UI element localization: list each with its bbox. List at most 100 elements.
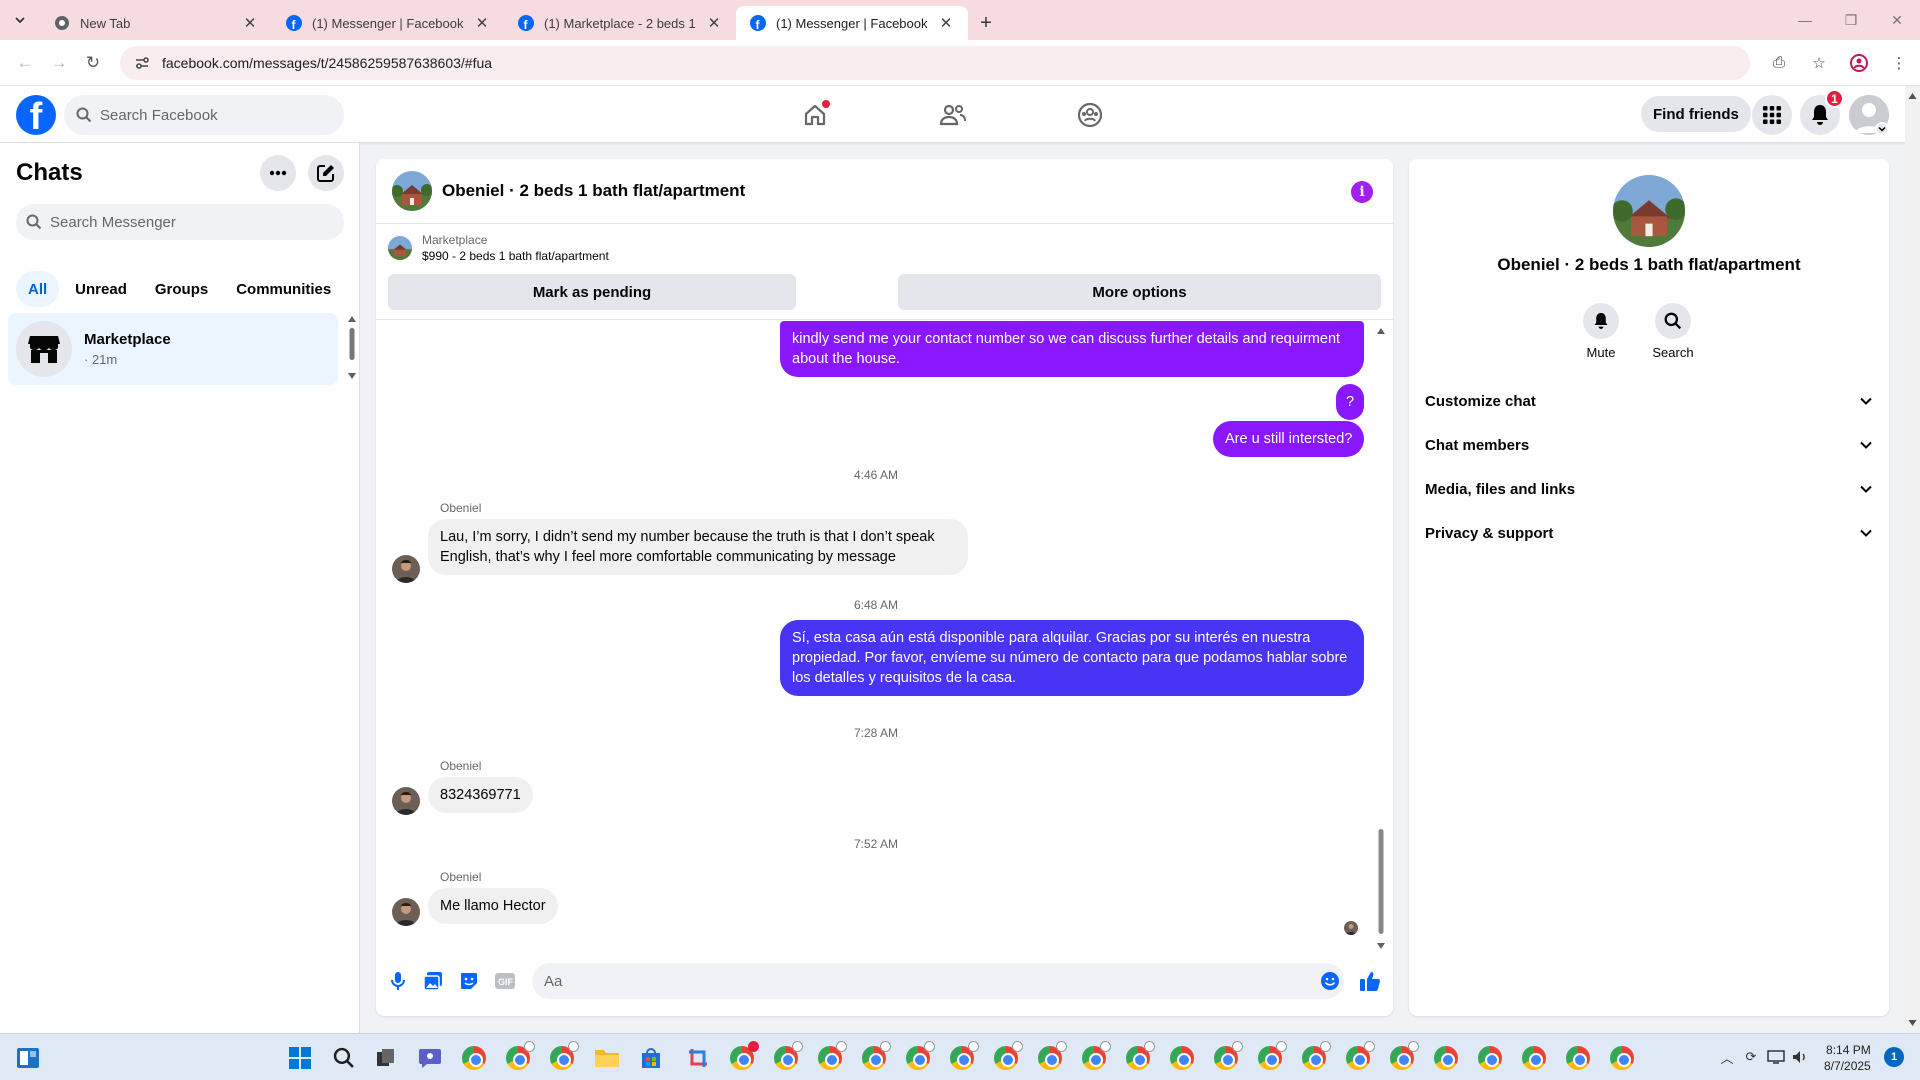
details-avatar[interactable]: [1613, 175, 1685, 247]
bookmark-star-icon[interactable]: ☆: [1802, 46, 1836, 80]
chats-options-button[interactable]: [260, 155, 296, 191]
new-tab-button[interactable]: +: [968, 6, 1004, 40]
chrome-profile-icon[interactable]: [1476, 1044, 1504, 1072]
close-tab-icon[interactable]: ✕: [242, 15, 258, 32]
chrome-profile-icon[interactable]: [1212, 1041, 1243, 1072]
search-conversation-button[interactable]: Search: [1643, 303, 1703, 360]
filter-unread[interactable]: Unread: [63, 271, 139, 307]
nav-friends[interactable]: [898, 86, 1008, 143]
chrome-profile-icon[interactable]: [1300, 1041, 1331, 1072]
filter-communities[interactable]: Communities: [224, 271, 343, 307]
chrome-profile-icon[interactable]: [1080, 1041, 1111, 1072]
chrome-profile-icon[interactable]: [904, 1041, 935, 1072]
restore-icon[interactable]: ❐: [1828, 0, 1874, 40]
store-icon[interactable]: [637, 1044, 665, 1072]
find-friends-button[interactable]: Find friends: [1641, 96, 1751, 132]
show-hidden-icons-icon[interactable]: ︿: [1716, 1046, 1738, 1068]
nav-groups[interactable]: [1035, 86, 1145, 143]
section-media-files-links[interactable]: Media, files and links: [1425, 467, 1873, 511]
file-explorer-icon[interactable]: [593, 1044, 621, 1072]
chrome-profile-icon[interactable]: [1388, 1041, 1419, 1072]
sync-icon[interactable]: ⟳: [1740, 1046, 1762, 1068]
site-settings-icon[interactable]: [134, 55, 150, 71]
notifications-button[interactable]: 1: [1800, 89, 1844, 135]
outgoing-message[interactable]: kindly send me your contact number so we…: [780, 321, 1364, 377]
chrome-taskbar-icon[interactable]: [460, 1044, 488, 1072]
chrome-profile-icon[interactable]: [1520, 1044, 1548, 1072]
chrome-profile-icon[interactable]: [948, 1041, 979, 1072]
close-window-icon[interactable]: ✕: [1874, 0, 1920, 40]
chrome-profile-icon[interactable]: [504, 1041, 535, 1072]
facebook-search-input[interactable]: Search Facebook: [64, 95, 344, 135]
chrome-profile-icon[interactable]: [1124, 1041, 1155, 1072]
sender-avatar[interactable]: [392, 787, 420, 815]
taskbar-search-icon[interactable]: [330, 1044, 358, 1072]
browser-tab-messenger[interactable]: f (1) Messenger | Facebook ✕: [272, 6, 504, 40]
chat-list-scrollbar[interactable]: [346, 313, 358, 383]
widgets-icon[interactable]: [14, 1044, 42, 1072]
close-tab-icon[interactable]: ✕: [938, 15, 954, 32]
chrome-profile-icon[interactable]: [816, 1041, 847, 1072]
conversation-title[interactable]: Obeniel · 2 beds 1 bath flat/apartment: [442, 181, 745, 201]
new-message-button[interactable]: [308, 155, 344, 191]
url-field[interactable]: facebook.com/messages/t/2458625958763860…: [120, 45, 1750, 80]
close-tab-icon[interactable]: ✕: [706, 15, 722, 32]
section-customize-chat[interactable]: Customize chat: [1425, 379, 1873, 423]
chrome-profile-icon[interactable]: [728, 1041, 759, 1072]
facebook-logo-icon[interactable]: f: [16, 95, 56, 135]
incoming-message[interactable]: 8324369771: [428, 777, 533, 813]
emoji-icon[interactable]: [1318, 969, 1342, 993]
browser-tab-messenger-active[interactable]: f (1) Messenger | Facebook ✕: [736, 6, 968, 40]
chrome-profile-icon[interactable]: [548, 1041, 579, 1072]
outgoing-message[interactable]: ?: [1336, 384, 1364, 420]
incoming-message[interactable]: Lau, I’m sorry, I didn’t send my number …: [428, 519, 968, 575]
section-chat-members[interactable]: Chat members: [1425, 423, 1873, 467]
outgoing-message[interactable]: Are u still intersted?: [1213, 421, 1365, 457]
meet-chat-icon[interactable]: [416, 1044, 444, 1072]
sender-avatar[interactable]: [392, 555, 420, 583]
network-icon[interactable]: [1765, 1046, 1787, 1068]
conversation-avatar[interactable]: [392, 171, 432, 211]
incoming-message[interactable]: Me llamo Hector: [428, 888, 558, 924]
chrome-profile-icon[interactable]: [1168, 1044, 1196, 1072]
chrome-profile-icon[interactable]: [1432, 1044, 1460, 1072]
profile-icon[interactable]: [1842, 46, 1876, 80]
mark-as-pending-button[interactable]: Mark as pending: [388, 274, 796, 310]
section-privacy-support[interactable]: Privacy & support: [1425, 511, 1873, 555]
forward-icon[interactable]: →: [42, 46, 76, 80]
page-scrollbar[interactable]: [1905, 86, 1920, 1033]
chrome-profile-icon[interactable]: [1564, 1044, 1592, 1072]
thumbs-up-icon[interactable]: [1358, 969, 1382, 993]
browser-menu-icon[interactable]: ⋮: [1882, 46, 1916, 80]
chrome-profile-icon[interactable]: [1608, 1044, 1636, 1072]
notification-center-badge[interactable]: 1: [1884, 1047, 1904, 1067]
chrome-profile-icon[interactable]: [1256, 1041, 1287, 1072]
close-tab-icon[interactable]: ✕: [474, 15, 490, 32]
more-options-button[interactable]: More options: [898, 274, 1381, 310]
back-icon[interactable]: ←: [8, 46, 42, 80]
mute-button[interactable]: Mute: [1571, 303, 1631, 360]
menu-grid-button[interactable]: [1752, 95, 1792, 135]
browser-tab-marketplace[interactable]: f (1) Marketplace - 2 beds 1 bath ✕: [504, 6, 736, 40]
chrome-profile-icon[interactable]: [992, 1041, 1023, 1072]
tab-search-button[interactable]: [0, 0, 40, 40]
chrome-profile-icon[interactable]: [860, 1041, 891, 1072]
filter-groups[interactable]: Groups: [143, 271, 220, 307]
sender-avatar[interactable]: [392, 898, 420, 926]
chrome-profile-icon[interactable]: [772, 1041, 803, 1072]
chat-list-item-marketplace[interactable]: Marketplace · 21m: [8, 313, 338, 385]
snipping-tool-icon[interactable]: [684, 1044, 712, 1072]
attach-photo-icon[interactable]: [421, 969, 445, 993]
gif-icon[interactable]: GIF: [493, 969, 517, 993]
messenger-search-input[interactable]: Search Messenger: [16, 204, 344, 240]
marketplace-listing-banner[interactable]: Marketplace $990 - 2 beds 1 bath flat/ap…: [388, 233, 609, 263]
message-list-scrollbar[interactable]: [1374, 325, 1388, 953]
voice-clip-icon[interactable]: [386, 969, 410, 993]
conversation-info-icon[interactable]: i: [1351, 181, 1373, 203]
chrome-profile-icon[interactable]: [1344, 1041, 1375, 1072]
filter-all[interactable]: All: [16, 271, 60, 307]
browser-tab-new-tab[interactable]: New Tab ✕: [40, 6, 272, 40]
install-app-icon[interactable]: ⎙: [1762, 46, 1796, 80]
reload-icon[interactable]: ↻: [76, 46, 110, 80]
outgoing-message[interactable]: Sí, esta casa aún está disponible para a…: [780, 620, 1364, 696]
